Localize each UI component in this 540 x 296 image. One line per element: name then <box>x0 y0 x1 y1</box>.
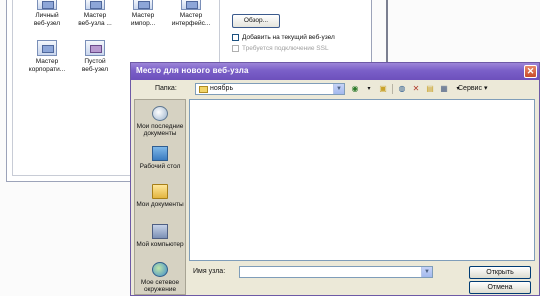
template-icon <box>37 40 57 56</box>
place-network[interactable]: Мое сетевое окружение <box>135 262 185 293</box>
new-folder-icon[interactable]: ▤ <box>425 84 435 94</box>
tools-menu[interactable]: Сервис ▾ <box>458 84 487 92</box>
location-dialog: Место для нового веб-узла ✕ Папка: ноябр… <box>130 62 540 296</box>
dialog-title: Место для нового веб-узла <box>136 66 249 75</box>
site-name-input[interactable]: ▼ <box>239 266 433 278</box>
template-icon <box>85 0 105 10</box>
delete-icon[interactable]: ✕ <box>411 84 421 94</box>
template-personal-site[interactable]: Личный веб-узел <box>23 0 71 28</box>
template-icon <box>133 0 153 10</box>
place-label: Рабочий стол <box>139 163 181 170</box>
my-computer-icon <box>152 224 168 239</box>
recent-documents-icon <box>152 106 168 121</box>
template-icon <box>181 0 201 10</box>
desktop-icon <box>152 146 168 161</box>
back-icon[interactable]: ◉ <box>350 84 360 94</box>
dialog-toolbar: ◉ ▾ ▣ ◍ ✕ ▤ ▦ ▾ <box>350 83 463 95</box>
search-web-icon[interactable]: ◍ <box>397 84 407 94</box>
place-label: Мои последние документы <box>136 123 184 137</box>
folder-label: Папка: <box>155 85 177 92</box>
place-label: Мое сетевое окружение <box>140 279 180 293</box>
template-label: Мастер импор... <box>130 12 156 27</box>
template-import-wizard[interactable]: Мастер импор... <box>119 0 167 28</box>
template-site-wizard[interactable]: Мастер веб-узла ... <box>71 0 119 28</box>
place-label: Мои документы <box>136 201 184 208</box>
ssl-checkbox: Требуется подключение SSL <box>232 45 329 52</box>
title-bar[interactable]: Место для нового веб-узла ✕ <box>131 63 539 80</box>
chevron-down-icon: ▾ <box>483 85 488 92</box>
template-corporate-wizard[interactable]: Мастер корпорати... <box>23 40 71 74</box>
back-dropdown-icon[interactable]: ▾ <box>364 84 374 94</box>
add-to-current-site-checkbox[interactable]: Добавить на текущий веб-узел <box>232 34 335 41</box>
network-places-icon <box>152 262 168 277</box>
checkbox-label: Требуется подключение SSL <box>242 45 329 52</box>
template-empty-site[interactable]: Пустой веб-узел <box>71 40 119 74</box>
site-name-label: Имя узла: <box>193 268 226 275</box>
places-bar: Мои последние документы Рабочий стол Мои… <box>134 99 186 295</box>
folder-value: ноябрь <box>210 85 234 92</box>
file-list[interactable] <box>189 99 535 261</box>
cancel-button[interactable]: Отмена <box>469 281 531 294</box>
template-icon <box>37 0 57 10</box>
template-label: Мастер корпорати... <box>28 58 66 73</box>
my-documents-icon <box>152 184 168 199</box>
template-label: Мастер веб-узла ... <box>78 12 112 27</box>
place-my-documents[interactable]: Мои документы <box>135 184 185 208</box>
place-label: Мой компьютер <box>136 241 184 248</box>
views-icon[interactable]: ▦ <box>439 84 449 94</box>
place-my-computer[interactable]: Мой компьютер <box>135 224 185 248</box>
open-button[interactable]: Открыть <box>469 266 531 279</box>
toolbar-separator <box>392 84 393 94</box>
template-label: Личный веб-узел <box>33 12 61 27</box>
checkbox-box[interactable] <box>232 34 239 41</box>
checkbox-box <box>232 45 239 52</box>
place-recent-documents[interactable]: Мои последние документы <box>135 106 185 137</box>
checkbox-label: Добавить на текущий веб-узел <box>242 34 335 41</box>
browse-button[interactable]: Обзор... <box>232 14 280 28</box>
template-label: Мастер интерфейс... <box>171 12 211 27</box>
up-folder-icon[interactable]: ▣ <box>378 84 388 94</box>
folder-icon <box>199 86 208 93</box>
close-button[interactable]: ✕ <box>524 65 537 78</box>
chevron-down-icon[interactable]: ▼ <box>333 84 344 94</box>
template-interface-wizard[interactable]: Мастер интерфейс... <box>167 0 215 28</box>
template-icon <box>85 40 105 56</box>
place-desktop[interactable]: Рабочий стол <box>135 146 185 170</box>
folder-combo[interactable]: ноябрь ▼ <box>195 83 345 95</box>
template-label: Пустой веб-узел <box>81 58 109 73</box>
tools-label: Сервис <box>458 85 482 92</box>
chevron-down-icon[interactable]: ▼ <box>421 267 432 277</box>
